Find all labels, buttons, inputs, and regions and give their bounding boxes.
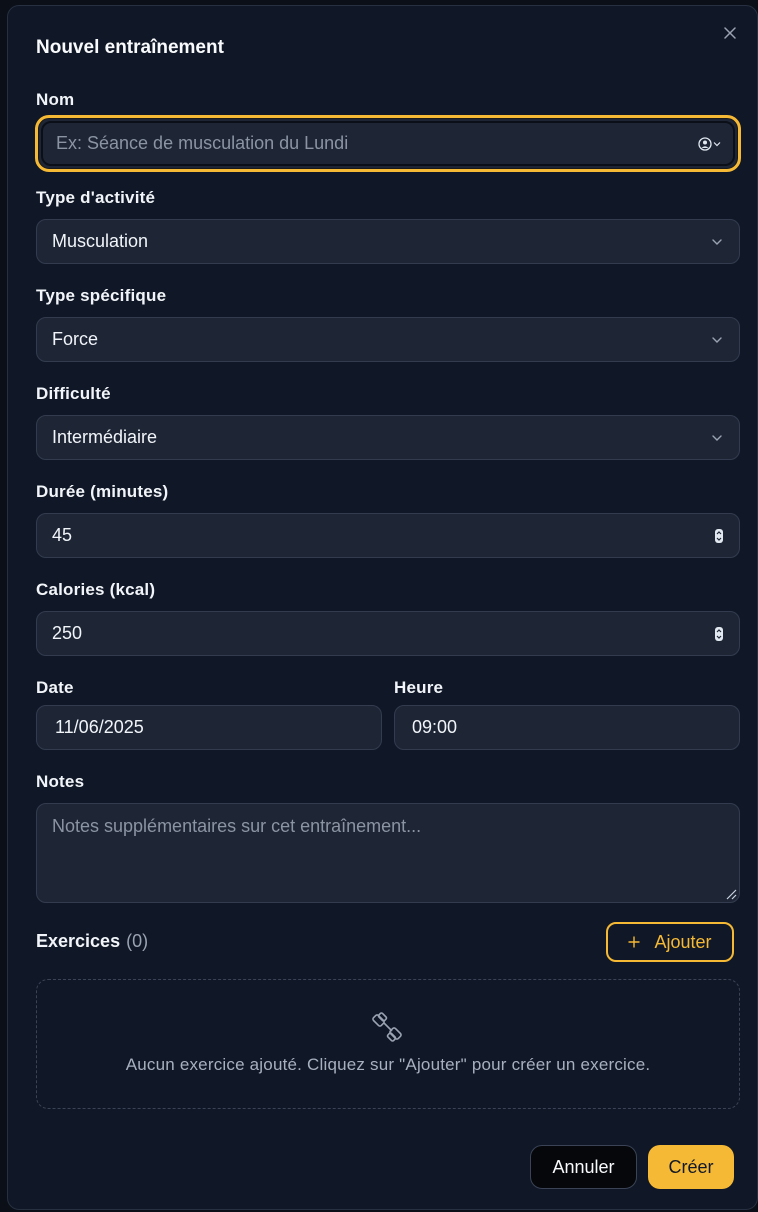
chevron-down-icon	[710, 235, 724, 249]
time-label: Heure	[394, 678, 444, 697]
notes-textarea[interactable]: Notes supplémentaires sur cet entraîneme…	[36, 803, 740, 903]
date-value: 11/06/2025	[55, 717, 144, 737]
close-button[interactable]	[719, 22, 741, 44]
empty-state-message: Aucun exercice ajouté. Cliquez sur "Ajou…	[125, 1055, 651, 1074]
specific-type-value: Force	[52, 329, 99, 349]
add-exercise-label: Ajouter	[654, 931, 712, 952]
date-input[interactable]: 11/06/2025	[36, 705, 382, 750]
activity-type-select[interactable]: Musculation	[36, 219, 740, 264]
exercises-count: (0)	[126, 931, 149, 951]
duration-label: Durée (minutes)	[36, 482, 169, 501]
create-button[interactable]: Créer	[648, 1145, 734, 1189]
close-icon	[724, 27, 736, 39]
notes-placeholder: Notes supplémentaires sur cet entraîneme…	[52, 816, 422, 836]
exercises-empty-state: Aucun exercice ajouté. Cliquez sur "Ajou…	[36, 979, 740, 1109]
cancel-button[interactable]: Annuler	[530, 1145, 637, 1189]
name-placeholder: Ex: Séance de musculation du Lundi	[56, 133, 349, 153]
dialog-title: Nouvel entraînement	[36, 37, 224, 58]
activity-type-value: Musculation	[52, 231, 149, 251]
exercises-heading: Exercices (0)	[36, 931, 148, 952]
notes-label: Notes	[36, 772, 85, 791]
autofill-contact-icon[interactable]	[698, 136, 721, 151]
time-value: 09:00	[412, 717, 458, 737]
specific-type-select[interactable]: Force	[36, 317, 740, 362]
difficulty-value: Intermédiaire	[52, 427, 158, 447]
activity-type-label: Type d'activité	[36, 188, 156, 207]
name-input[interactable]: Ex: Séance de musculation du Lundi	[35, 115, 741, 172]
duration-input[interactable]: 45	[36, 513, 740, 558]
chevron-down-icon	[710, 333, 724, 347]
difficulty-label: Difficulté	[36, 384, 111, 403]
exercises-label: Exercices	[36, 931, 121, 951]
number-stepper-icon[interactable]	[714, 626, 724, 642]
calories-value: 250	[52, 623, 83, 643]
time-input[interactable]: 09:00	[394, 705, 740, 750]
number-stepper-icon[interactable]	[714, 528, 724, 544]
resize-handle-icon[interactable]	[723, 886, 737, 900]
date-label: Date	[36, 678, 74, 697]
difficulty-select[interactable]: Intermédiaire	[36, 415, 740, 460]
new-workout-dialog: Nouvel entraînement Nom Ex: Séance de mu…	[7, 5, 758, 1210]
duration-value: 45	[52, 525, 73, 545]
specific-type-label: Type spécifique	[36, 286, 167, 305]
calories-label: Calories (kcal)	[36, 580, 156, 599]
name-label: Nom	[36, 90, 75, 109]
chevron-down-icon	[710, 431, 724, 445]
add-exercise-button[interactable]: Ajouter	[606, 922, 734, 962]
calories-input[interactable]: 250	[36, 611, 740, 656]
plus-icon	[628, 932, 640, 952]
dumbbell-icon	[372, 1012, 402, 1042]
